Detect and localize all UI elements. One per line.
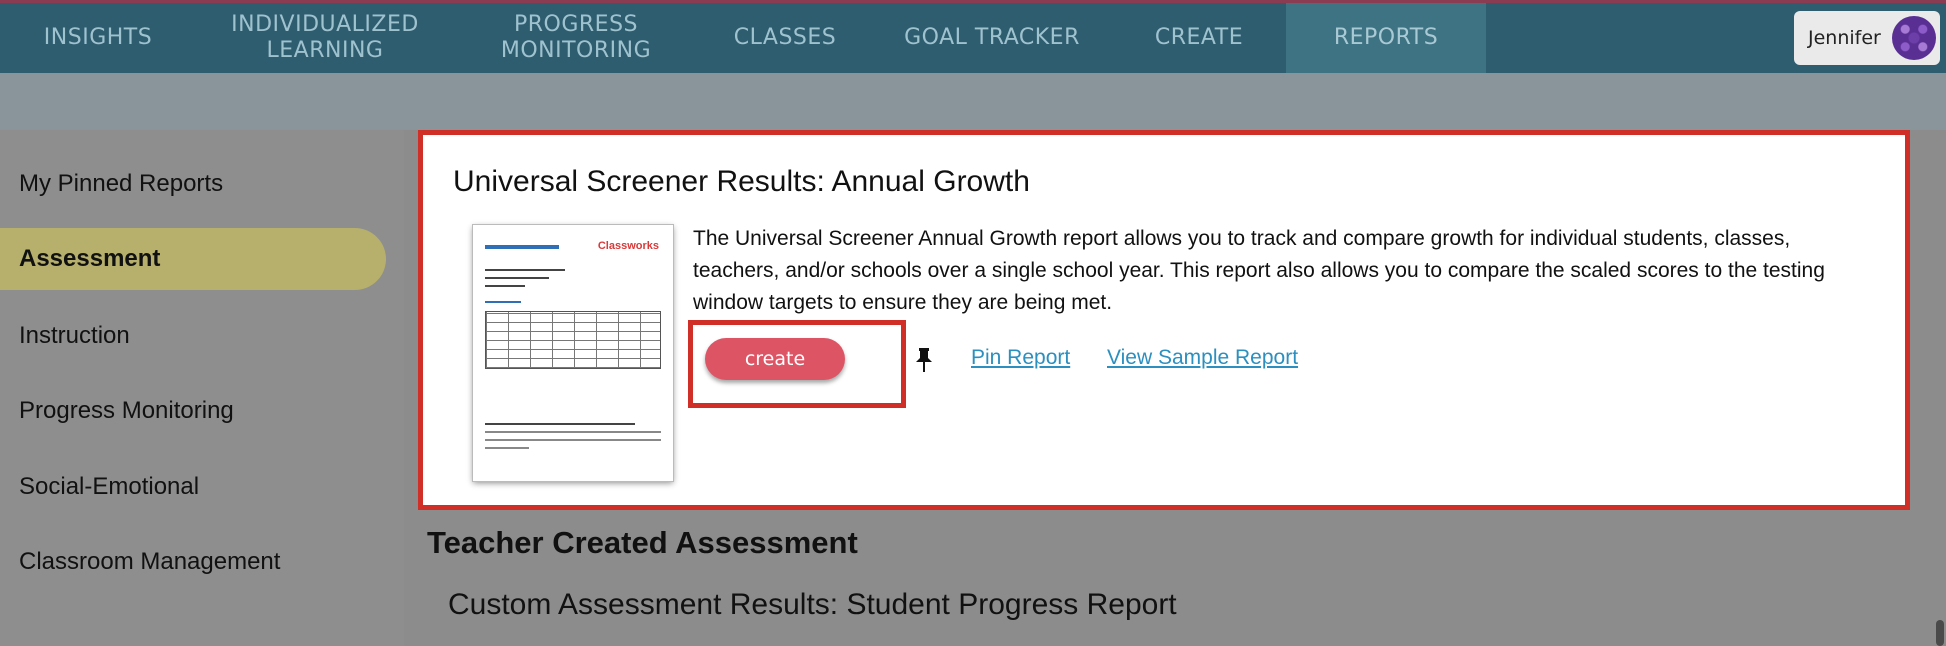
nav-insights[interactable]: INSIGHTS bbox=[0, 3, 196, 73]
top-nav: INSIGHTS INDIVIDUALIZED LEARNING PROGRES… bbox=[0, 3, 1946, 73]
thumbnail-logo: Classworks bbox=[597, 240, 659, 252]
thumbnail-title-bar bbox=[485, 245, 559, 249]
report-card: Universal Screener Results: Annual Growt… bbox=[418, 130, 1910, 510]
sidebar-item-progress-monitoring[interactable]: Progress Monitoring bbox=[0, 380, 386, 442]
report-thumbnail[interactable]: Classworks bbox=[473, 225, 673, 481]
thumbnail-text-line bbox=[485, 269, 565, 271]
view-sample-report-link[interactable]: View Sample Report bbox=[1107, 346, 1298, 370]
nav-create[interactable]: CREATE bbox=[1112, 3, 1286, 73]
thumbnail-text-line bbox=[485, 285, 525, 287]
user-name: Jennifer bbox=[1808, 27, 1881, 49]
sidebar-item-assessment[interactable]: Assessment bbox=[0, 228, 386, 290]
nav-progress-monitoring[interactable]: PROGRESS MONITORING bbox=[454, 3, 698, 73]
scrollbar[interactable] bbox=[1936, 620, 1944, 646]
nav-individualized-learning[interactable]: INDIVIDUALIZED LEARNING bbox=[196, 3, 454, 73]
thumbnail-table bbox=[485, 311, 661, 369]
thumbnail-text-line bbox=[485, 301, 521, 303]
sidebar-item-social-emotional[interactable]: Social-Emotional bbox=[0, 456, 386, 518]
user-menu[interactable]: Jennifer bbox=[1794, 11, 1940, 65]
report-description: The Universal Screener Annual Growth rep… bbox=[693, 227, 1825, 314]
thumbnail-text-line bbox=[485, 431, 661, 433]
sidebar-item-instruction[interactable]: Instruction bbox=[0, 305, 386, 367]
thumbnail-text-line bbox=[485, 277, 549, 279]
sidebar-item-my-pinned-reports[interactable]: My Pinned Reports bbox=[0, 153, 386, 215]
sidebar: My Pinned Reports Assessment Instruction… bbox=[0, 130, 404, 646]
thumbnail-text-line bbox=[485, 423, 635, 425]
report-title: Universal Screener Results: Annual Growt… bbox=[453, 165, 1030, 198]
report-title-custom-assessment: Custom Assessment Results: Student Progr… bbox=[448, 588, 1177, 621]
section-title-teacher-created-assessment: Teacher Created Assessment bbox=[427, 525, 858, 560]
nav-classes[interactable]: CLASSES bbox=[698, 3, 872, 73]
pin-icon[interactable] bbox=[915, 347, 933, 373]
nav-reports[interactable]: REPORTS bbox=[1286, 3, 1486, 73]
nav-goal-tracker[interactable]: GOAL TRACKER bbox=[872, 3, 1112, 73]
avatar bbox=[1892, 16, 1936, 60]
sidebar-item-classroom-management[interactable]: Classroom Management bbox=[0, 531, 386, 593]
thumbnail-text-line bbox=[485, 439, 661, 441]
create-button[interactable]: create bbox=[705, 338, 845, 380]
sub-header-bar bbox=[0, 73, 1946, 130]
thumbnail-text-line bbox=[485, 447, 529, 449]
pin-report-link[interactable]: Pin Report bbox=[971, 346, 1070, 370]
